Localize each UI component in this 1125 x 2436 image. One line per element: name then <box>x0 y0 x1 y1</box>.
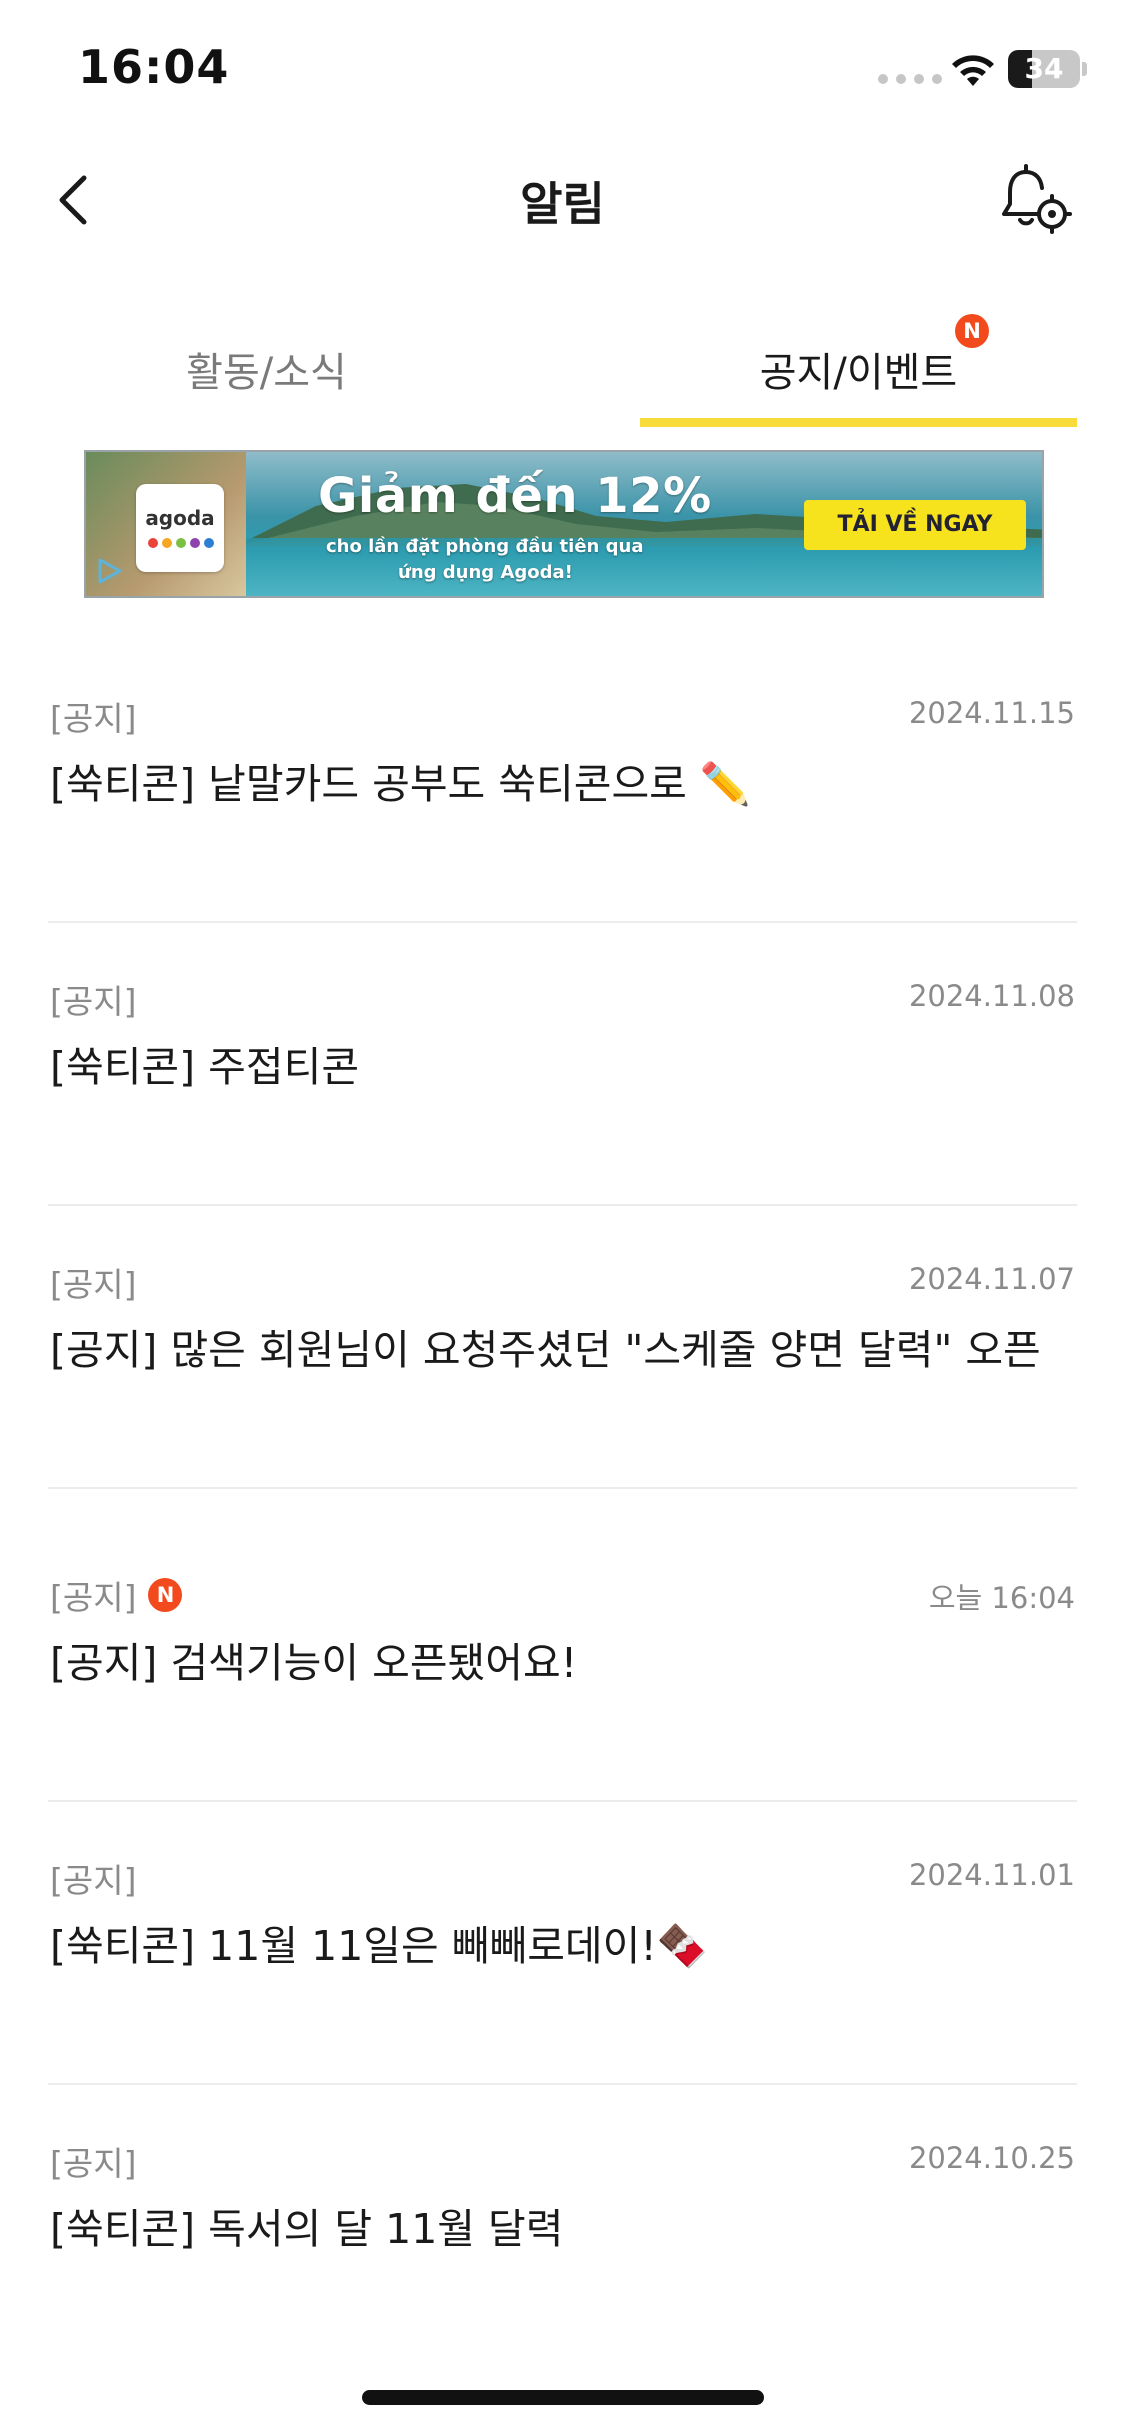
battery-percentage: 34 <box>1024 52 1064 85</box>
list-item[interactable]: [공지] 2024.10.25 [쑥티콘] 독서의 달 11월 달력 <box>0 2085 1125 2368</box>
notice-date: 2024.10.25 <box>908 2141 1075 2175</box>
new-badge: N <box>955 314 989 348</box>
notification-settings-button[interactable] <box>996 158 1076 238</box>
notice-date: 2024.11.08 <box>908 979 1075 1013</box>
list-item[interactable]: [공지] 2024.11.07 [공지] 많은 회원님이 요청주셨던 "스케줄 … <box>0 1206 1125 1489</box>
banner-subline: ứng dụng Agoda! <box>398 562 573 583</box>
status-bar: 16:04 34 <box>0 0 1125 140</box>
notice-category: [공지] <box>50 2144 137 2183</box>
banner-cta-button[interactable]: TẢI VỀ NGAY <box>804 500 1026 550</box>
ad-choices-icon[interactable] <box>94 554 126 588</box>
tab-label: 공지/이벤트 <box>759 350 958 396</box>
page-title: 알림 <box>520 177 605 231</box>
notice-date: 오늘 16:04 <box>928 1581 1075 1615</box>
ad-banner[interactable]: agoda Giảm đến 12% cho lần đặt phòng đầu… <box>84 450 1044 598</box>
list-item[interactable]: [공지] N 오늘 16:04 [공지] 검색기능이 오픈됐어요! <box>0 1489 1125 1802</box>
notice-title: [공지] 검색기능이 오픈됐어요! <box>50 1639 578 1687</box>
notice-category: [공지] <box>50 1861 137 1900</box>
notice-title: [쑥티콘] 독서의 달 11월 달력 <box>50 2205 564 2253</box>
notice-category: [공지] <box>50 1265 137 1304</box>
notice-title: [쑥티콘] 주접티콘 <box>50 1043 360 1091</box>
notice-title: [쑥티콘] 낱말카드 공부도 쑥티콘으로 ✏️ <box>50 760 751 808</box>
bell-settings-icon <box>1002 164 1072 234</box>
notice-category: [공지] <box>50 699 137 738</box>
home-indicator[interactable] <box>362 2390 764 2405</box>
notice-title: [공지] 많은 회원님이 요청주셨던 "스케줄 양면 달력" 오픈 <box>50 1326 1041 1374</box>
notice-title: [쑥티콘] 11월 11일은 빼빼로데이!🍫 <box>50 1922 708 1970</box>
agoda-dots-icon <box>148 538 214 548</box>
agoda-logo: agoda <box>136 484 224 572</box>
wifi-icon <box>952 55 994 86</box>
battery-tip <box>1082 62 1087 76</box>
agoda-wordmark: agoda <box>145 506 215 530</box>
tab-notice-event[interactable]: 공지/이벤트 <box>640 318 1077 430</box>
active-tab-indicator <box>640 418 1077 427</box>
list-item[interactable]: [공지] 2024.11.08 [쑥티콘] 주접티콘 <box>0 923 1125 1206</box>
status-time: 16:04 <box>78 40 230 94</box>
notice-category: [공지] <box>50 982 137 1021</box>
navigation-header: 알림 <box>0 140 1125 260</box>
notice-date: 2024.11.15 <box>908 696 1075 730</box>
banner-headline: Giảm đến 12% <box>318 468 712 524</box>
battery-icon: 34 <box>1008 50 1080 88</box>
notice-category: [공지] N <box>50 1571 183 1619</box>
notice-date: 2024.11.07 <box>908 1262 1075 1296</box>
tab-activity-news[interactable]: 활동/소식 <box>48 318 485 430</box>
cellular-signal-icon <box>878 74 942 84</box>
list-item[interactable]: [공지] 2024.11.01 [쑥티콘] 11월 11일은 빼빼로데이!🍫 <box>0 1802 1125 2085</box>
new-badge: N <box>148 1578 183 1612</box>
tab-label: 활동/소식 <box>186 350 347 396</box>
notice-date: 2024.11.01 <box>908 1858 1075 1892</box>
banner-subline: cho lần đặt phòng đầu tiên qua <box>326 536 644 557</box>
list-item[interactable]: [공지] 2024.11.15 [쑥티콘] 낱말카드 공부도 쑥티콘으로 ✏️ <box>0 640 1125 923</box>
